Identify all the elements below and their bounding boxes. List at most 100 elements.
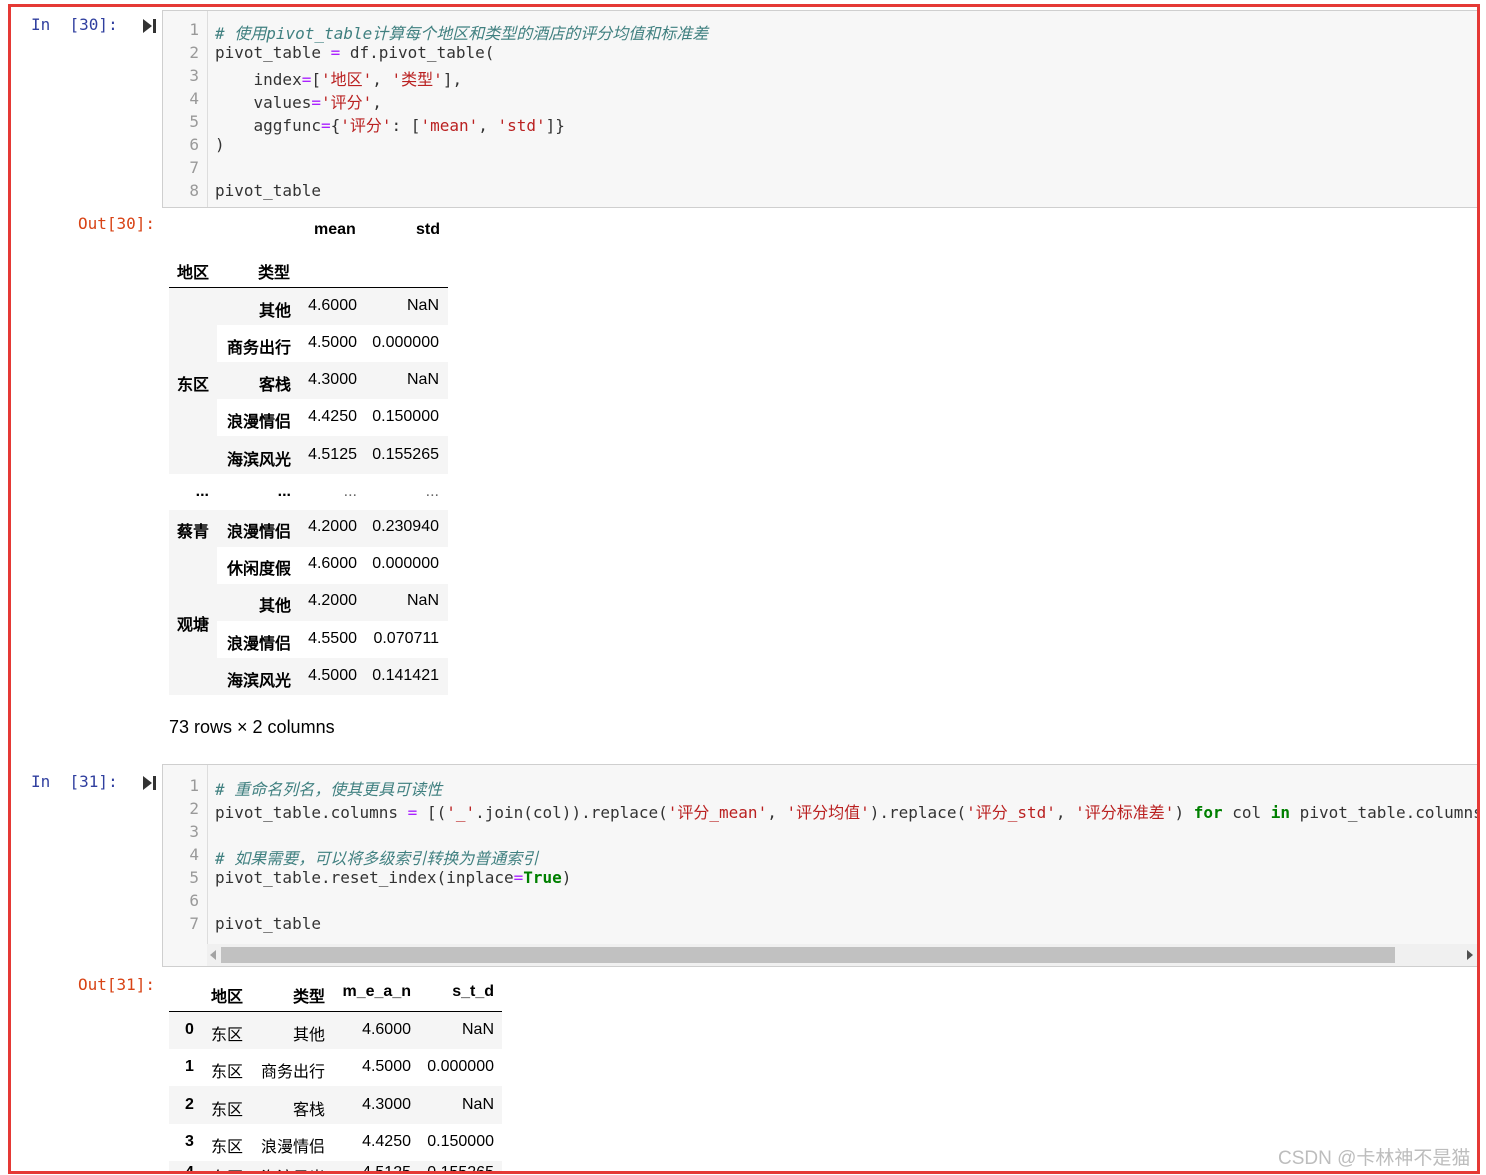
table-row-index: 客栈 bbox=[258, 377, 291, 394]
table-cell: 0.000000 bbox=[427, 1058, 494, 1075]
table-cell: 0.000000 bbox=[372, 555, 439, 572]
table-row-index: 海滨风光 bbox=[226, 673, 291, 690]
table-row-index: 4 bbox=[185, 1164, 194, 1174]
table-row-index: 浪漫情侣 bbox=[226, 414, 291, 431]
line-number: 1 bbox=[189, 20, 199, 39]
table-cell: NaN bbox=[406, 371, 439, 388]
index-header-region: 地区 bbox=[177, 265, 210, 282]
horizontal-scrollbar[interactable] bbox=[207, 944, 1477, 966]
code-line-2: pivot_table = df.pivot_table( bbox=[215, 43, 495, 62]
line-number: 5 bbox=[189, 868, 199, 887]
code-line-2: pivot_table.columns = [('_'.join(col)).r… bbox=[215, 803, 1479, 822]
table-cell: 4.5500 bbox=[308, 630, 357, 647]
table-cell: 海滨风光 bbox=[251, 1164, 325, 1171]
ellipsis: ... bbox=[343, 483, 357, 500]
table-cell: 4.5125 bbox=[362, 1164, 411, 1174]
table-cell: 0.230940 bbox=[372, 518, 439, 535]
in-prompt-30: In [30]: bbox=[31, 15, 118, 34]
table-cell: 0.150000 bbox=[372, 408, 439, 425]
table-cell: 4.6000 bbox=[362, 1021, 411, 1038]
table-cell: 东区 bbox=[211, 1139, 244, 1156]
line-number: 3 bbox=[189, 66, 199, 85]
table-row-index: 2 bbox=[185, 1096, 194, 1113]
line-gutter: 1 2 3 4 5 6 7 bbox=[163, 765, 208, 966]
code-line-1: # 重命名列名，使其更具可读性 bbox=[215, 780, 443, 799]
table-cell: NaN bbox=[461, 1096, 494, 1113]
table-cell: 4.2000 bbox=[308, 518, 357, 535]
table-row-index: 海滨风光 bbox=[226, 452, 291, 469]
column-header-mean: mean bbox=[314, 221, 356, 238]
line-number: 4 bbox=[189, 89, 199, 108]
row-band bbox=[169, 325, 217, 362]
table-cell: NaN bbox=[406, 297, 439, 314]
table-cell: NaN bbox=[461, 1021, 494, 1038]
table-row-index: 浪漫情侣 bbox=[226, 636, 291, 653]
code-line-6: ) bbox=[215, 135, 225, 154]
csdn-watermark: CSDN @卡林神不是猫 bbox=[1278, 1148, 1471, 1169]
index-header-type: 类型 bbox=[258, 265, 291, 282]
out-prompt-31: Out[31]: bbox=[78, 975, 156, 994]
table-cell: 0.141421 bbox=[372, 667, 439, 684]
table-cell: 0.150000 bbox=[427, 1133, 494, 1150]
code-line-3: index=['地区', '类型'], bbox=[215, 70, 463, 89]
row-band bbox=[169, 547, 217, 584]
table-cell: 4.3000 bbox=[362, 1096, 411, 1113]
ellipsis: ... bbox=[195, 483, 209, 500]
table-cell: 4.6000 bbox=[308, 297, 357, 314]
column-header-std: s_t_d bbox=[452, 983, 494, 1000]
table-cell: 4.5000 bbox=[308, 334, 357, 351]
out-prompt-30: Out[30]: bbox=[78, 214, 156, 233]
scrollbar-thumb[interactable] bbox=[221, 947, 1395, 963]
line-number: 2 bbox=[189, 43, 199, 62]
table-cell: 其他 bbox=[292, 1027, 325, 1044]
code-line-7: pivot_table bbox=[215, 914, 321, 933]
table-cell: 0.155265 bbox=[372, 446, 439, 463]
table-cell: 4.6000 bbox=[308, 555, 357, 572]
table-cell: 4.3000 bbox=[308, 371, 357, 388]
table-cell: 浪漫情侣 bbox=[260, 1139, 325, 1156]
table-row-index: 商务出行 bbox=[226, 340, 291, 357]
line-number: 8 bbox=[189, 181, 199, 200]
scroll-left-icon[interactable] bbox=[210, 950, 216, 960]
line-number: 7 bbox=[189, 158, 199, 177]
table-cell: NaN bbox=[406, 592, 439, 609]
table-cell: 东区 bbox=[211, 1102, 244, 1119]
code-line-5: pivot_table.reset_index(inplace=True) bbox=[215, 868, 572, 887]
scroll-right-icon[interactable] bbox=[1467, 950, 1473, 960]
line-number: 6 bbox=[189, 135, 199, 154]
table-row-index: 休闲度假 bbox=[226, 561, 291, 578]
table-cell: 东区 bbox=[211, 1027, 244, 1044]
code-line-5: aggfunc={'评分': ['mean', 'std']} bbox=[215, 116, 565, 135]
line-number: 4 bbox=[189, 845, 199, 864]
ellipsis: ... bbox=[425, 483, 439, 500]
ellipsis: ... bbox=[277, 483, 291, 500]
line-gutter: 1 2 3 4 5 6 7 8 bbox=[163, 11, 208, 207]
dataframe-shape: 73 rows × 2 columns bbox=[169, 717, 335, 737]
table-cell: 客栈 bbox=[292, 1102, 325, 1119]
row-band bbox=[169, 399, 217, 436]
table-cell: 东区 bbox=[211, 1064, 244, 1081]
run-cell-icon[interactable] bbox=[143, 18, 157, 34]
table-row-index: 3 bbox=[185, 1133, 194, 1150]
code-editor-30[interactable]: 1 2 3 4 5 6 7 8 # 使用pivot_table计算每个地区和类型… bbox=[162, 10, 1477, 208]
table-cell: 4.5000 bbox=[362, 1058, 411, 1075]
line-number: 3 bbox=[189, 822, 199, 841]
run-cell-icon[interactable] bbox=[143, 775, 157, 791]
line-number: 7 bbox=[189, 914, 199, 933]
table-cell: 东区 bbox=[211, 1164, 243, 1171]
code-line-8: pivot_table bbox=[215, 181, 321, 200]
in-prompt-31: In [31]: bbox=[31, 772, 118, 791]
code-line-1: # 使用pivot_table计算每个地区和类型的酒店的评分均值和标准差 bbox=[215, 24, 709, 43]
code-line-4: # 如果需要，可以将多级索引转换为普通索引 bbox=[215, 849, 539, 868]
group-label-east: 东区 bbox=[177, 377, 210, 394]
table-cell: 4.5125 bbox=[308, 446, 357, 463]
code-editor-31[interactable]: 1 2 3 4 5 6 7 # 重命名列名，使其更具可读性 pivot_tabl… bbox=[162, 764, 1479, 967]
line-number: 2 bbox=[189, 799, 199, 818]
table-cell: 4.4250 bbox=[308, 408, 357, 425]
table-cell: 4.4250 bbox=[362, 1133, 411, 1150]
table-cell: 商务出行 bbox=[260, 1064, 325, 1081]
table-row-index: 其他 bbox=[258, 303, 291, 320]
line-number: 5 bbox=[189, 112, 199, 131]
table-cell: 0.155265 bbox=[427, 1164, 494, 1174]
table-cell: 0.070711 bbox=[373, 630, 439, 647]
